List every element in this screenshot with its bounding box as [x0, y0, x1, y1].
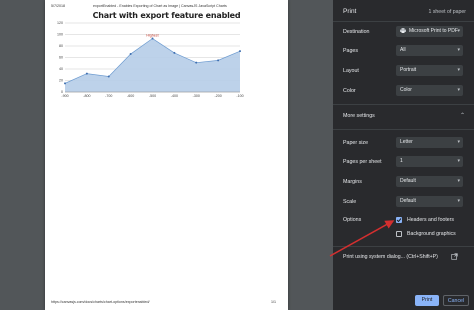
data-point	[239, 50, 241, 53]
destination-label: Destination	[343, 29, 370, 35]
print-preview-page: 5/7/2018 exportEnabled - Enables Exporti…	[45, 0, 288, 310]
data-point	[107, 75, 110, 78]
scale-label: Scale	[343, 199, 357, 205]
paper-size-value: Letter	[400, 139, 413, 145]
y-tick-label: 80	[59, 44, 63, 48]
pages-per-sheet-select[interactable]: 1 ▾	[396, 156, 463, 167]
print-button[interactable]: Print	[415, 295, 439, 306]
data-point	[151, 37, 154, 40]
y-tick-label: 20	[59, 79, 63, 83]
y-tick-label: 100	[57, 33, 63, 37]
check-icon	[396, 218, 402, 223]
x-tick-label: -900	[61, 94, 68, 98]
layout-label: Layout	[343, 68, 359, 74]
printer-icon	[400, 28, 406, 34]
system-dialog-link[interactable]: Print using system dialog... (Ctrl+Shift…	[343, 254, 438, 260]
divider	[333, 104, 474, 105]
destination-select[interactable]: Microsoft Print to PDF ▾	[396, 26, 463, 37]
data-point	[85, 72, 88, 75]
y-tick-label: 120	[57, 21, 63, 25]
page-footer-page-number: 1/1	[271, 300, 276, 304]
print-title: Print	[343, 8, 357, 15]
preview-area: 5/7/2018 exportEnabled - Enables Exporti…	[0, 0, 333, 310]
y-tick-label: 60	[59, 56, 63, 60]
chevron-down-icon: ▾	[457, 28, 460, 34]
chevron-up-icon[interactable]: ⌃	[460, 112, 465, 119]
data-point	[173, 51, 176, 54]
print-settings-panel: Print 1 sheet of paper Destination Micro…	[333, 0, 474, 310]
margins-value: Default	[400, 178, 416, 184]
pages-per-sheet-value: 1	[400, 158, 403, 164]
cancel-button[interactable]: Cancel	[443, 295, 469, 306]
headers-footers-checkbox[interactable]	[396, 217, 402, 223]
pages-select[interactable]: All ▾	[396, 45, 463, 56]
divider	[333, 21, 474, 22]
background-graphics-checkbox[interactable]	[396, 231, 402, 237]
y-tick-label: 40	[59, 67, 63, 71]
data-point	[129, 53, 132, 56]
layout-value: Portrait	[400, 67, 417, 73]
x-tick-label: -600	[127, 94, 134, 98]
color-value: Color	[400, 87, 412, 93]
area-fill	[65, 38, 240, 92]
data-point	[217, 59, 220, 62]
x-tick-label: -300	[193, 94, 200, 98]
x-tick-label: -700	[105, 94, 112, 98]
layout-select[interactable]: Portrait ▾	[396, 65, 463, 76]
paper-size-label: Paper size	[343, 140, 369, 146]
chevron-down-icon: ▾	[457, 67, 460, 73]
chart-canvas: 020406080100120-900 -800 -700 -600 -500 -400-…	[57, 21, 244, 98]
data-label-highest: Highest	[146, 34, 158, 38]
background-graphics-label[interactable]: Background graphics	[407, 231, 456, 237]
data-point	[64, 82, 66, 85]
chevron-down-icon: ▾	[457, 47, 460, 53]
data-point	[195, 61, 198, 64]
options-label: Options	[343, 217, 362, 223]
pages-value: All	[400, 47, 406, 53]
chevron-down-icon: ▾	[457, 198, 460, 204]
scale-value: Default	[400, 198, 416, 204]
pages-label: Pages	[343, 48, 359, 54]
x-tick-label: -400	[171, 94, 178, 98]
headers-footers-label[interactable]: Headers and footers	[407, 217, 454, 223]
divider	[333, 246, 474, 247]
margins-label: Margins	[343, 179, 362, 185]
divider	[333, 129, 474, 130]
pages-per-sheet-label: Pages per sheet	[343, 159, 382, 165]
open-external-icon[interactable]	[451, 253, 458, 260]
x-tick-label: -800	[83, 94, 90, 98]
sheet-count: 1 sheet of paper	[428, 9, 467, 15]
x-tick-label: -100	[236, 94, 243, 98]
chevron-down-icon: ▾	[457, 87, 460, 93]
destination-value: Microsoft Print to PDF	[409, 28, 458, 34]
chevron-down-icon: ▾	[457, 139, 460, 145]
x-tick-label: -200	[215, 94, 222, 98]
page-footer-url: https://canvasjs.com/docs/charts/chart-o…	[51, 300, 150, 304]
color-label: Color	[343, 88, 356, 94]
scale-select[interactable]: Default ▾	[396, 196, 463, 207]
chevron-down-icon: ▾	[457, 178, 460, 184]
paper-size-select[interactable]: Letter ▾	[396, 137, 463, 148]
color-select[interactable]: Color ▾	[396, 85, 463, 96]
chevron-down-icon: ▾	[457, 158, 460, 164]
more-settings-toggle[interactable]: More settings	[343, 113, 375, 119]
x-tick-label: -500	[149, 94, 156, 98]
margins-select[interactable]: Default ▾	[396, 176, 463, 187]
